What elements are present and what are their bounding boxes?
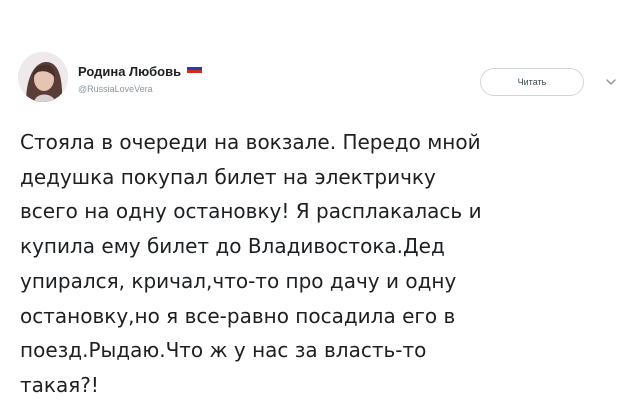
tweet-author: Родина Любовь @RussiaLoveVera: [78, 62, 203, 102]
follow-button[interactable]: Читать: [480, 68, 584, 96]
tweet-text: Стояла в очереди на вокзале. Передо мной…: [20, 125, 620, 403]
tweet-text-line: упирался, кричал,что-то про дачу и одну: [20, 268, 457, 293]
author-handle[interactable]: @RussiaLoveVera: [78, 84, 202, 94]
avatar-image: [18, 52, 68, 102]
tweet-text-line: поезд.Рыдаю.Что ж у нас за власть-то: [20, 338, 427, 363]
russian-flag-icon: [187, 63, 203, 73]
tweet-card: Родина Любовь @RussiaLoveVera Читать Сто…: [0, 0, 640, 412]
tweet-text-line: Стояла в очереди на вокзале. Передо мной: [20, 130, 481, 154]
tweet-text-line: купила ему билет до Владивостока.Дед: [20, 234, 445, 259]
author-display-name[interactable]: Родина Любовь: [78, 64, 181, 79]
chevron-down-icon[interactable]: [604, 75, 618, 89]
avatar[interactable]: [18, 52, 68, 102]
tweet-text-line: остановку,но я все-равно посадила его в: [20, 303, 456, 328]
tweet-text-line: дедушка покупал билет на электричку: [20, 164, 436, 189]
tweet-text-line: такая?!: [20, 372, 99, 397]
tweet-text-line: всего на одну остановку! Я расплакалась …: [20, 199, 482, 224]
flag-stripe-red: [187, 69, 203, 73]
